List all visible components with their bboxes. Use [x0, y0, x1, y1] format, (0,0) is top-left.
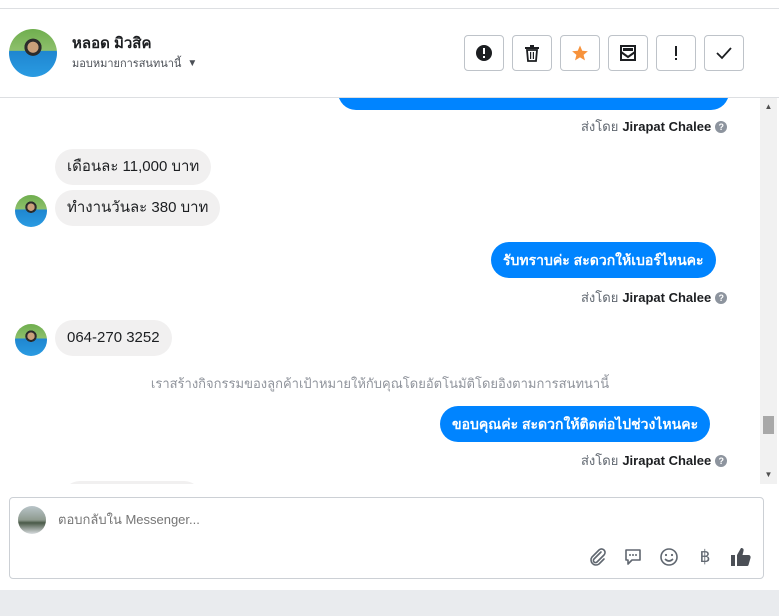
report-spam-button[interactable]	[464, 35, 504, 71]
message-bubble-incoming-partial	[62, 481, 202, 484]
help-icon[interactable]: ?	[715, 291, 728, 304]
sent-by-line: ส่งโดย Jirapat Chalee ?	[581, 287, 728, 308]
mark-unread-button[interactable]	[608, 35, 648, 71]
contact-avatar-small	[15, 195, 47, 227]
sender-name[interactable]: Jirapat Chalee	[622, 290, 711, 305]
check-icon	[716, 47, 732, 60]
scrollbar-thumb[interactable]	[763, 416, 774, 434]
trash-icon	[525, 45, 539, 62]
message-bubble-incoming: ทำงานวันละ 380 บาท	[55, 190, 221, 226]
message-bubble-outgoing: ขอบคุณค่ะ สะดวกให้ติดต่อไปช่วงไหนคะ	[440, 406, 711, 442]
contact-avatar-small	[15, 324, 47, 356]
attachment-icon[interactable]	[587, 546, 609, 568]
sent-by-prefix: ส่งโดย	[581, 290, 619, 305]
scroll-down-arrow-icon[interactable]: ▼	[760, 468, 777, 482]
smiley-icon	[660, 548, 678, 566]
delete-button[interactable]	[512, 35, 552, 71]
message-bubble-outgoing-partial	[338, 98, 729, 110]
message-thread[interactable]: ส่งโดย Jirapat Chalee ? เดือนละ 11,000 บ…	[0, 98, 760, 484]
assign-label: มอบหมายการสนทนานี้	[72, 58, 182, 70]
message-bubble-outgoing: รับทราบค่ะ สะดวกให้เบอร์ไหนคะ	[491, 242, 716, 278]
sent-by-prefix: ส่งโดย	[581, 453, 619, 468]
system-note: เราสร้างกิจกรรมของลูกค้าเป้าหมายให้กับคุ…	[150, 376, 610, 391]
sent-by-line: ส่งโดย Jirapat Chalee ?	[581, 450, 728, 471]
sender-name[interactable]: Jirapat Chalee	[622, 119, 711, 134]
chat-bubble-icon	[625, 549, 641, 565]
paperclip-icon	[590, 548, 606, 566]
baht-payment-icon[interactable]: ฿	[694, 546, 716, 568]
thumbs-up-icon	[731, 548, 751, 566]
emoji-icon[interactable]	[658, 546, 680, 568]
mark-done-button[interactable]	[704, 35, 744, 71]
scroll-up-arrow-icon[interactable]: ▲	[760, 100, 777, 114]
page-avatar	[18, 506, 46, 534]
thread-scrollbar[interactable]: ▲ ▼	[760, 98, 777, 484]
alert-circle-icon	[476, 45, 492, 61]
contact-name[interactable]: หลอด มิวสิค	[72, 31, 152, 55]
reply-composer[interactable]: ฿	[9, 497, 764, 579]
reply-input[interactable]	[58, 512, 658, 527]
sent-by-line: ส่งโดย Jirapat Chalee ?	[581, 116, 728, 137]
help-icon[interactable]: ?	[715, 454, 728, 467]
contact-avatar[interactable]	[9, 29, 57, 77]
follow-up-button[interactable]	[656, 35, 696, 71]
page-footer-background	[0, 590, 779, 616]
assign-conversation-dropdown[interactable]: มอบหมายการสนทนานี้ ▼	[72, 54, 197, 72]
caret-down-icon: ▼	[187, 57, 198, 69]
star-button[interactable]	[560, 35, 600, 71]
help-icon[interactable]: ?	[715, 120, 728, 133]
sent-by-prefix: ส่งโดย	[581, 119, 619, 134]
star-icon	[572, 45, 588, 61]
message-bubble-incoming: 064-270 3252	[55, 320, 172, 356]
envelope-icon	[620, 45, 636, 61]
sender-name[interactable]: Jirapat Chalee	[622, 453, 711, 468]
like-icon[interactable]	[730, 546, 752, 568]
conversation-header: หลอด มิวสิค มอบหมายการสนทนานี้ ▼	[0, 9, 779, 98]
exclamation-icon	[675, 46, 677, 60]
conversation-panel: หลอด มิวสิค มอบหมายการสนทนานี้ ▼ ส่งโดย …	[0, 0, 779, 590]
saved-replies-icon[interactable]	[622, 546, 644, 568]
message-bubble-incoming: เดือนละ 11,000 บาท	[55, 149, 212, 185]
